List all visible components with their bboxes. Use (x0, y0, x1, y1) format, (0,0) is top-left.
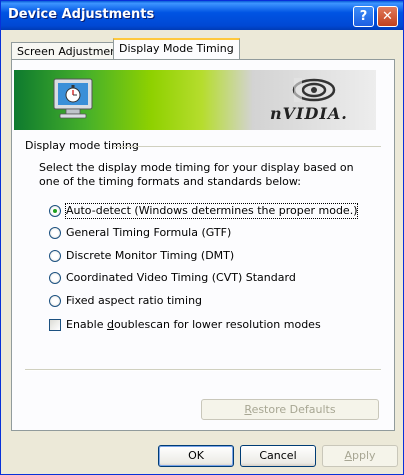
nvidia-wordmark: nVIDIA. (270, 104, 348, 123)
group-divider (113, 146, 381, 147)
checkbox-label[interactable]: Enable doublescan for lower resolution m… (66, 318, 321, 332)
close-button[interactable]: ✕ (377, 6, 398, 27)
timing-description: Select the display mode timing for your … (39, 161, 354, 188)
nvidia-banner: nVIDIA. (14, 70, 376, 130)
radio-label[interactable]: Auto-detect (Windows determines the prop… (64, 203, 359, 219)
radio-label[interactable]: Discrete Monitor Timing (DMT) (66, 249, 234, 263)
apply-button[interactable]: Apply (322, 445, 398, 467)
radio-selected-dot (53, 209, 57, 213)
radio-button[interactable] (49, 295, 61, 307)
window-title: Device Adjustments (8, 7, 155, 22)
tab-panel: nVIDIA. (11, 59, 395, 431)
radio-button[interactable] (49, 205, 61, 217)
monitor-stopwatch-icon (53, 78, 93, 119)
help-button[interactable]: ? (353, 6, 374, 27)
ok-button[interactable]: OK (158, 445, 234, 467)
radio-button[interactable] (49, 272, 61, 284)
radio-label[interactable]: Coordinated Video Timing (CVT) Standard (66, 271, 296, 285)
radio-button[interactable] (49, 227, 61, 239)
radio-label[interactable]: General Timing Formula (GTF) (66, 226, 231, 240)
close-icon: ✕ (382, 9, 393, 24)
panel-separator (25, 369, 381, 371)
restore-defaults-button[interactable]: Restore Defaults (201, 399, 379, 420)
tab-screen-adjustment[interactable]: Screen Adjustment (11, 42, 128, 60)
title-bar[interactable]: Device Adjustments ? ✕ (1, 1, 403, 30)
doublescan-checkbox[interactable] (49, 319, 61, 331)
tab-strip: Screen Adjustment Display Mode Timing (11, 38, 395, 60)
device-adjustments-dialog: Device Adjustments ? ✕ Screen Adjustment… (0, 0, 404, 475)
tab-display-mode-timing[interactable]: Display Mode Timing (113, 38, 240, 60)
radio-label[interactable]: Fixed aspect ratio timing (66, 294, 202, 308)
radio-button[interactable] (49, 250, 61, 262)
cancel-button[interactable]: Cancel (240, 445, 316, 467)
help-icon: ? (359, 9, 368, 24)
